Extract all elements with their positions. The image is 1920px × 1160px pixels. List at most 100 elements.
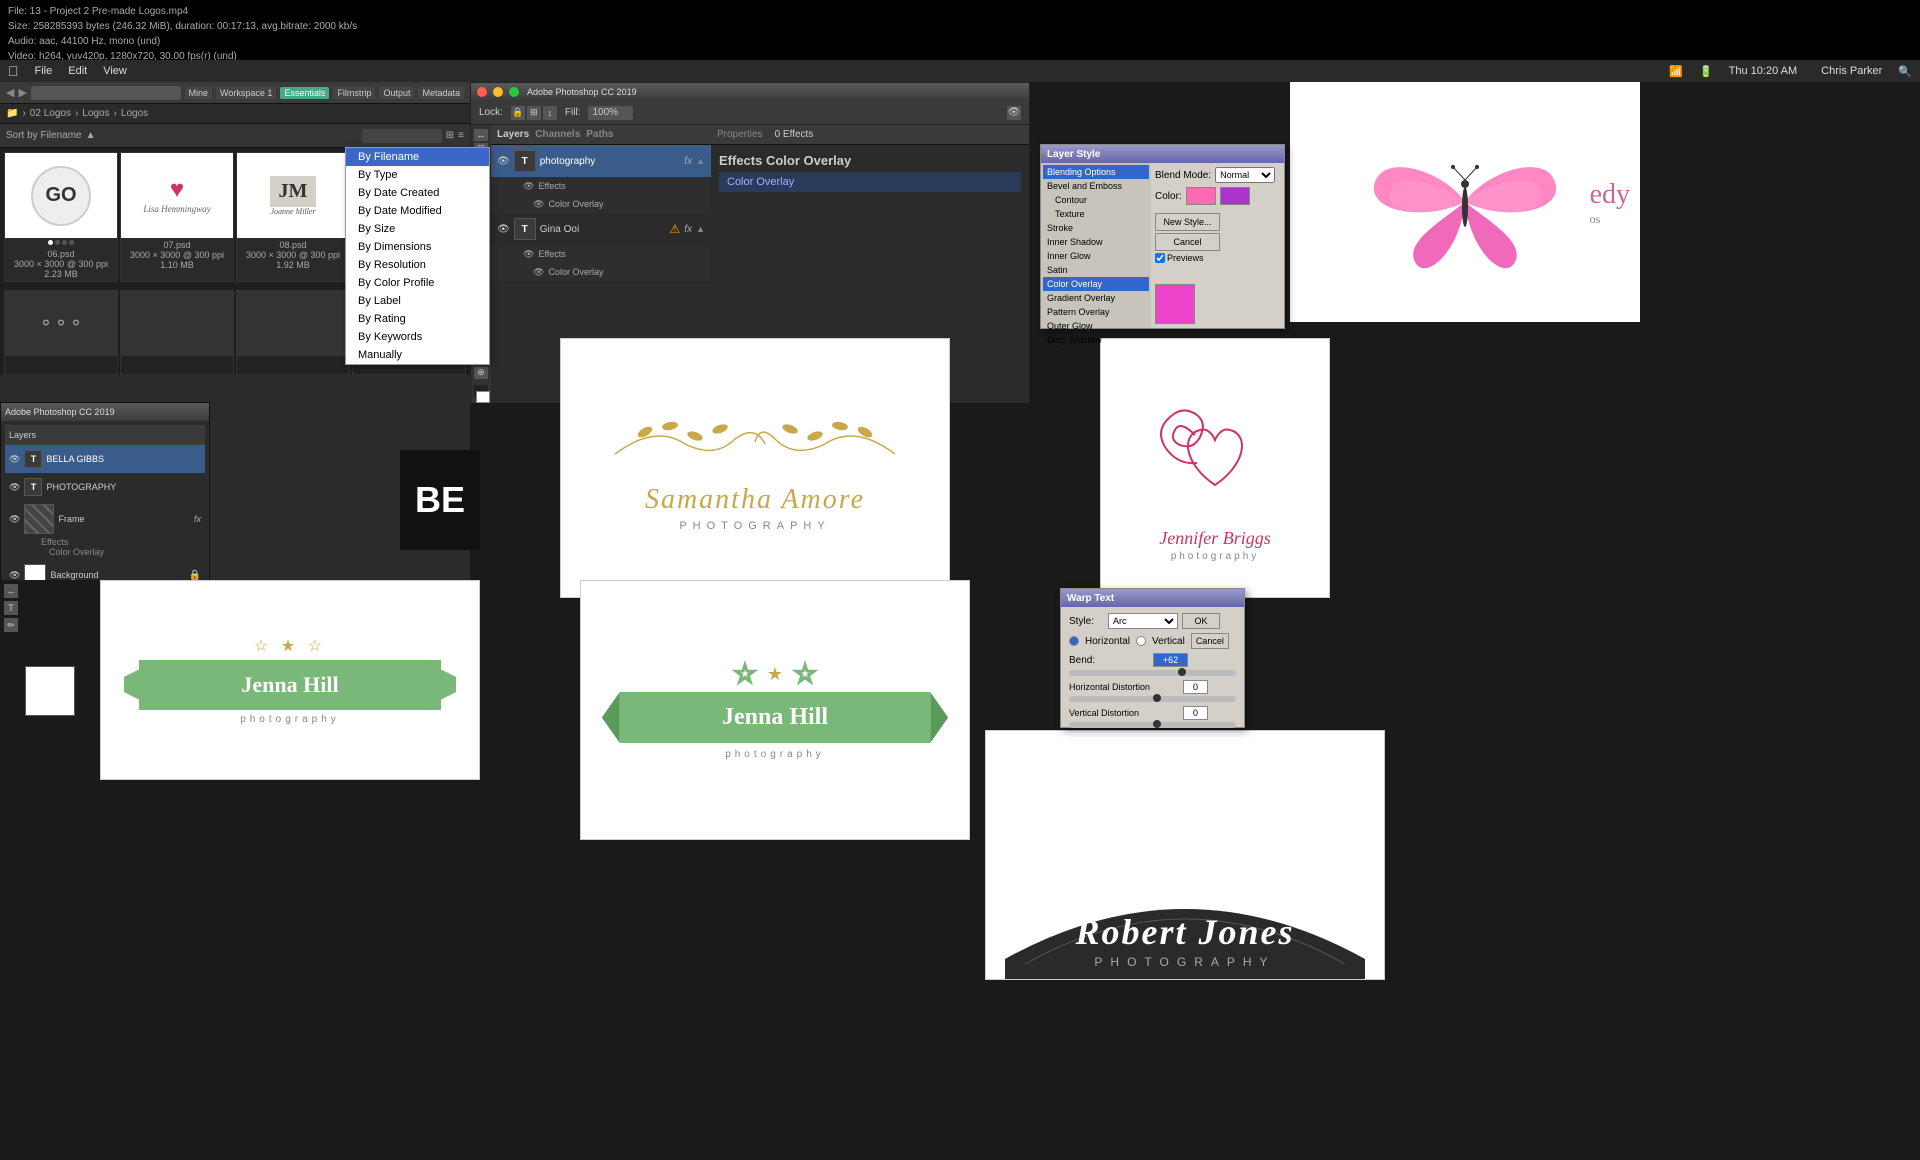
warp-bend-value[interactable]: +62 [1153,653,1188,667]
channels-tab[interactable]: Channels [535,129,580,140]
color-swatch-purple[interactable] [1220,187,1250,205]
menu-item-view[interactable]: View [103,65,127,77]
sort-arrow[interactable]: ▲ [86,130,96,141]
layer-chevron-gina[interactable]: ▲ [696,224,705,234]
output-label[interactable]: Output [379,87,414,99]
paths-tab[interactable]: Paths [586,129,613,140]
style-gradient-overlay[interactable]: Gradient Overlay [1043,291,1149,305]
lock-icon-1[interactable]: 🔒 [511,106,525,120]
menu-item-file[interactable]: File [35,65,53,77]
sidebar-tool-2[interactable]: T [4,601,18,615]
maximize-window-btn[interactable] [509,87,519,97]
warp-bend-thumb[interactable] [1178,668,1186,676]
eye-icon[interactable]: 👁 [1007,106,1021,120]
sort-option-size[interactable]: By Size [346,220,489,238]
file-item-12[interactable] [236,290,350,375]
preview-checkbox[interactable]: Previews [1155,253,1280,263]
sidebar-tool-1[interactable]: ↔ [4,584,18,598]
layer-chevron-photography[interactable]: ▲ [696,156,705,166]
style-satin[interactable]: Satin [1043,263,1149,277]
sort-option-resolution[interactable]: By Resolution [346,256,489,274]
apple-icon[interactable]:  [8,63,19,79]
color-swatch-pink[interactable] [1186,187,1216,205]
effects-eye-photography[interactable]: 👁 [523,181,534,192]
file-item-06[interactable]: GO 06.psd3000 × 3000 @ 300 ppi2.23 MB [4,152,118,282]
vertical-radio[interactable] [1136,636,1146,646]
warp-hdist-slider[interactable] [1069,696,1236,702]
forward-icon[interactable]: ▶ [18,86,26,99]
sort-option-filename[interactable]: By Filename [346,148,489,166]
essentials-label[interactable]: Essentials [280,87,329,99]
bella-frame-eye[interactable]: 👁 [9,514,20,525]
layer-color-overlay-gina[interactable]: 👁 Color Overlay [523,263,711,281]
style-bevel[interactable]: Bevel and Emboss [1043,179,1149,193]
file-item-08[interactable]: JM Joanne Miller 08.psd3000 × 3000 @ 300… [236,152,350,282]
bella-layer-photo[interactable]: 👁 T PHOTOGRAPHY [5,473,205,501]
bella-layers-tab[interactable]: Layers [9,430,36,440]
style-inner-glow[interactable]: Inner Glow [1043,249,1149,263]
sort-option-manually[interactable]: Manually [346,346,489,364]
sort-option-label[interactable]: By Label [346,292,489,310]
style-inner-shadow[interactable]: Inner Shadow [1043,235,1149,249]
back-icon[interactable]: ◀ [6,86,14,99]
layer-photography[interactable]: 👁 T photography fx ▲ [491,145,711,177]
style-drop-shadow[interactable]: Drop Shadow [1043,333,1149,347]
breadcrumb-02logos[interactable]: 02 Logos [30,108,71,119]
view-list-icon[interactable]: ≡ [458,130,464,141]
warp-style-select[interactable]: Arc [1108,613,1178,629]
mine-label[interactable]: Mine [185,87,213,99]
co-eye-gina[interactable]: 👁 [533,267,544,278]
breadcrumb-logos2[interactable]: Logos [121,108,148,119]
blend-mode-select[interactable]: Normal [1215,167,1275,183]
bella-photo-eye[interactable]: 👁 [9,482,20,493]
sort-option-date-created[interactable]: By Date Created [346,184,489,202]
breadcrumb-logos[interactable]: Logos [82,108,109,119]
bella-eye[interactable]: 👁 [9,454,20,465]
bella-layer-text[interactable]: 👁 T BELLA GIBBS [5,445,205,473]
file-item-07[interactable]: ♥ Lisa Hemmingway 07.psd3000 × 3000 @ 30… [120,152,234,282]
style-contour[interactable]: Contour [1043,193,1149,207]
fill-value[interactable]: 100% [588,106,633,120]
sidebar-tool-3[interactable]: ✏ [4,618,18,632]
new-style-button[interactable]: New Style... [1155,213,1220,231]
color-overlay-item[interactable]: Color Overlay [719,172,1021,192]
layers-tab[interactable]: Layers [497,129,529,140]
bella-bg-eye[interactable]: 👁 [9,570,20,581]
menu-item-edit[interactable]: Edit [68,65,87,77]
warp-vdist-slider[interactable] [1069,722,1236,728]
background-color[interactable] [476,391,490,403]
style-outer-glow[interactable]: Outer Glow [1043,319,1149,333]
path-bar[interactable] [31,86,181,100]
minimize-window-btn[interactable] [493,87,503,97]
style-blending[interactable]: Blending Options [1043,165,1149,179]
metadata-label[interactable]: Metadata [418,87,464,99]
warp-hdist-thumb[interactable] [1153,694,1161,702]
sort-option-type[interactable]: By Type [346,166,489,184]
tool-move[interactable]: ↔ [474,129,488,141]
lock-icon-3[interactable]: ↕ [543,106,557,120]
tool-zoom[interactable]: ⊕ [474,367,488,379]
properties-tab[interactable]: Properties [717,129,763,140]
workspace-label[interactable]: Workspace 1 [216,87,276,99]
file-item-10[interactable]: ⚬⚬⚬ [4,290,118,375]
breadcrumb-home[interactable]: 📁 [6,108,18,119]
search-input-area[interactable] [362,129,442,143]
sort-option-keywords[interactable]: By Keywords [346,328,489,346]
menu-search[interactable]: 🔍 [1898,65,1912,78]
effects-eye-gina[interactable]: 👁 [523,249,534,260]
layer-eye-gina[interactable]: 👁 [497,224,510,235]
style-texture[interactable]: Texture [1043,207,1149,221]
bella-color-overlay[interactable]: Color Overlay [41,547,205,557]
cancel-style-button[interactable]: Cancel [1155,233,1220,251]
horizontal-radio[interactable] [1069,636,1079,646]
layer-gina-ooi[interactable]: 👁 T Gina Ooi ⚠ fx ▲ [491,213,711,245]
layer-color-overlay-photography[interactable]: 👁 Color Overlay [523,195,711,213]
co-eye-photography[interactable]: 👁 [533,199,544,210]
warp-bend-slider[interactable] [1069,670,1236,676]
lock-icon-2[interactable]: ⊞ [527,106,541,120]
layer-fx-photography[interactable]: fx [684,156,692,167]
sort-option-color-profile[interactable]: By Color Profile [346,274,489,292]
layer-fx-gina[interactable]: fx [684,224,692,235]
warp-ok-button[interactable]: OK [1182,613,1220,629]
sort-option-date-modified[interactable]: By Date Modified [346,202,489,220]
